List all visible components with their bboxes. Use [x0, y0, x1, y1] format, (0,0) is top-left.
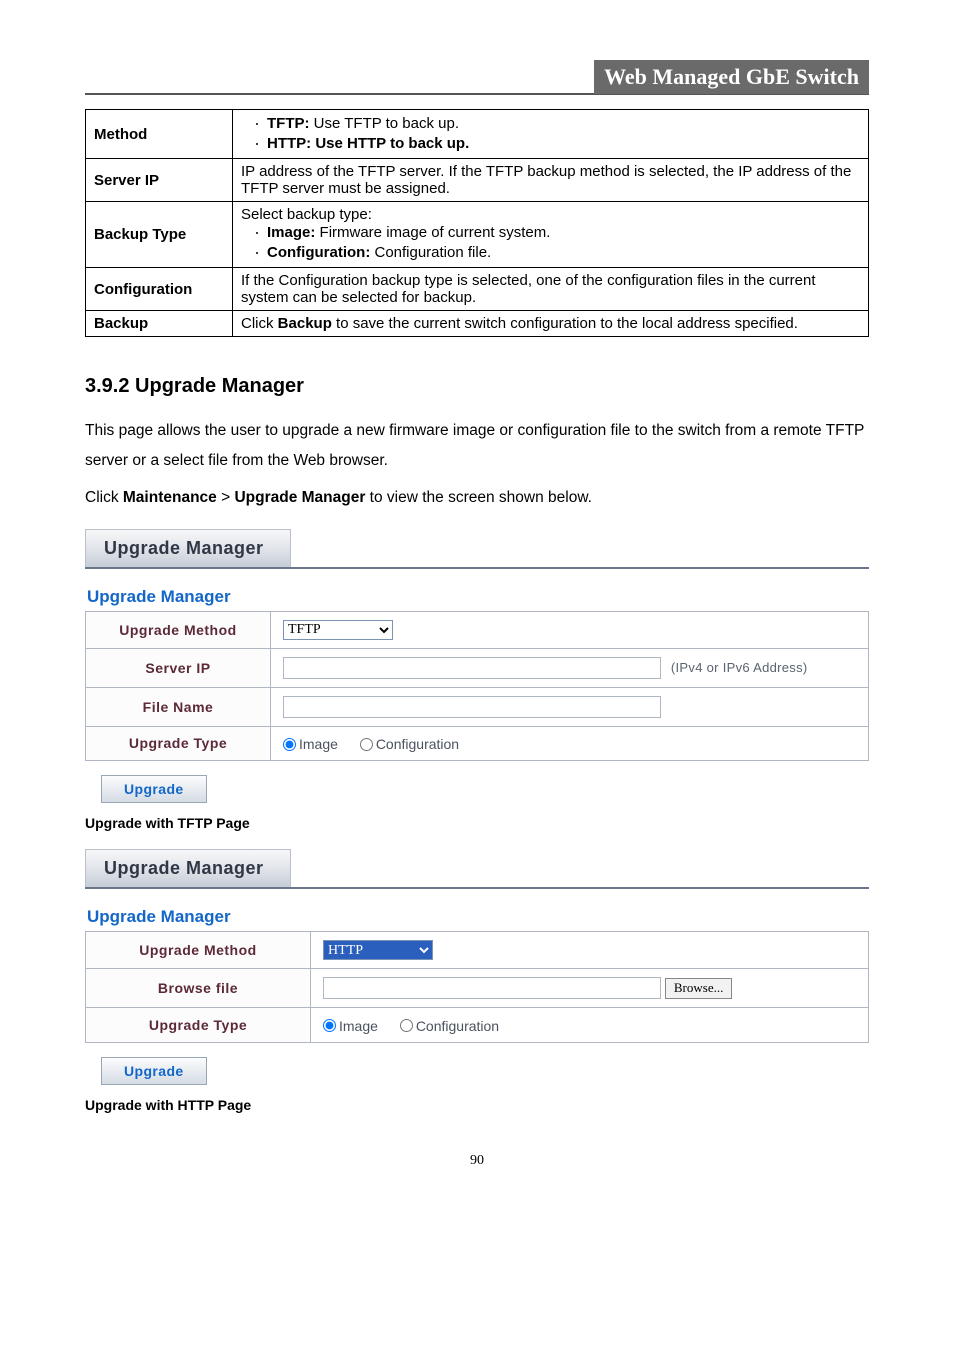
label-upgrade-type: Upgrade Type [86, 726, 271, 760]
file-name-input[interactable] [283, 696, 661, 718]
radio-configuration-label: Configuration [416, 1018, 499, 1034]
panel-tab: Upgrade Manager [85, 529, 291, 567]
radio-configuration[interactable] [400, 1019, 413, 1032]
upgrade-method-select[interactable]: TFTP [283, 620, 393, 640]
def-content: Select backup type: Image: Firmware imag… [233, 202, 869, 268]
radio-image[interactable] [323, 1019, 336, 1032]
label-upgrade-method: Upgrade Method [86, 932, 311, 969]
form-title: Upgrade Manager [87, 907, 869, 927]
upgrade-button[interactable]: Upgrade [101, 775, 207, 803]
browse-button[interactable]: Browse... [665, 978, 732, 999]
figure-caption: Upgrade with HTTP Page [85, 1097, 869, 1113]
body-paragraph: Click Maintenance > Upgrade Manager to v… [85, 483, 869, 512]
upgrade-method-select[interactable]: HTTP [323, 940, 433, 960]
radio-image[interactable] [283, 738, 296, 751]
label-upgrade-method: Upgrade Method [86, 611, 271, 648]
radio-image-label: Image [339, 1018, 378, 1034]
definitions-table: Method TFTP: Use TFTP to back up. HTTP: … [85, 109, 869, 337]
server-ip-hint: (IPv4 or IPv6 Address) [671, 660, 808, 675]
label-server-ip: Server IP [86, 648, 271, 687]
def-content: IP address of the TFTP server. If the TF… [233, 159, 869, 202]
def-label: Configuration [86, 268, 233, 311]
panel-tab: Upgrade Manager [85, 849, 291, 887]
def-content: If the Configuration backup type is sele… [233, 268, 869, 311]
body-paragraph: This page allows the user to upgrade a n… [85, 416, 869, 475]
label-upgrade-type: Upgrade Type [86, 1008, 311, 1042]
radio-configuration-label: Configuration [376, 736, 459, 752]
label-file-name: File Name [86, 687, 271, 726]
browse-file-input[interactable] [323, 977, 661, 999]
radio-image-label: Image [299, 736, 338, 752]
form-title: Upgrade Manager [87, 587, 869, 607]
def-content: Click Backup to save the current switch … [233, 311, 869, 337]
radio-configuration[interactable] [360, 738, 373, 751]
server-ip-input[interactable] [283, 657, 661, 679]
doc-header: Web Managed GbE Switch [594, 60, 869, 94]
upgrade-form-http: Upgrade Method HTTP Browse file Browse..… [85, 931, 869, 1043]
def-label: Backup Type [86, 202, 233, 268]
def-content: TFTP: Use TFTP to back up. HTTP: Use HTT… [233, 110, 869, 159]
figure-caption: Upgrade with TFTP Page [85, 815, 869, 831]
upgrade-form-tftp: Upgrade Method TFTP Server IP (IPv4 or I… [85, 611, 869, 761]
upgrade-button[interactable]: Upgrade [101, 1057, 207, 1085]
def-label: Backup [86, 311, 233, 337]
section-heading: 3.9.2 Upgrade Manager [85, 375, 869, 398]
def-label: Server IP [86, 159, 233, 202]
page-number: 90 [85, 1153, 869, 1169]
def-label: Method [86, 110, 233, 159]
label-browse-file: Browse file [86, 969, 311, 1008]
